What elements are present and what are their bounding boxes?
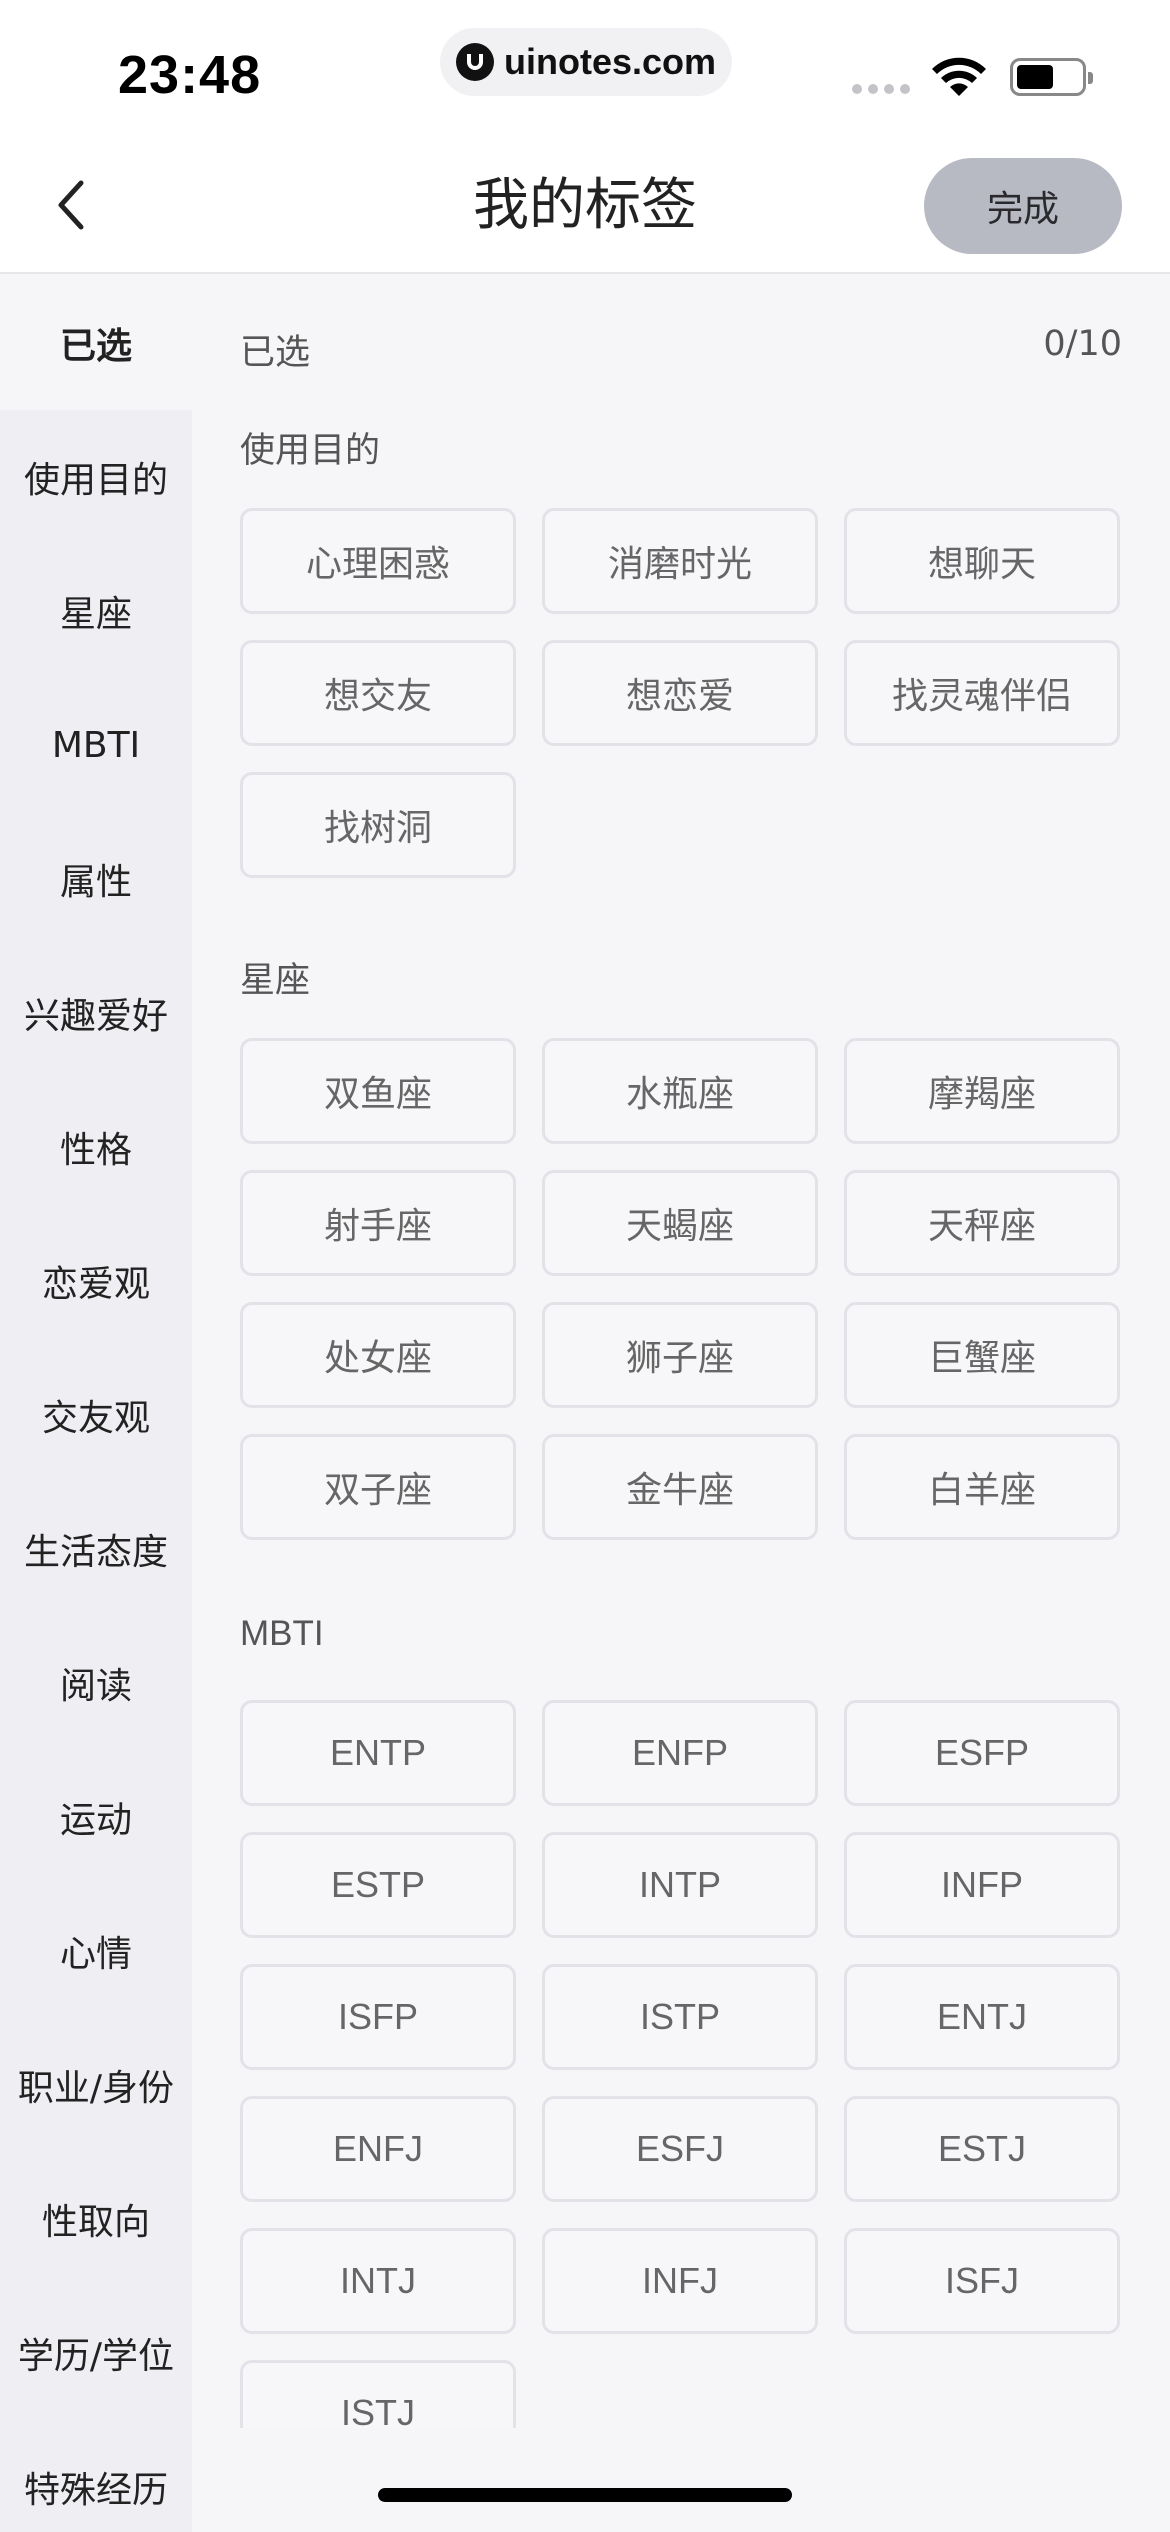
signal-icon xyxy=(852,84,910,94)
battery-icon xyxy=(1010,58,1093,96)
tag-chip[interactable]: 找灵魂伴侣 xyxy=(844,640,1120,746)
tag-list[interactable]: 已选 0/10 使用目的 心理困惑 消磨时光 想聊天 想交友 想恋爱 找灵魂伴侣… xyxy=(192,276,1170,2428)
wifi-icon xyxy=(932,57,986,96)
sidebar-item-hobbies[interactable]: 兴趣爱好 xyxy=(0,946,192,1080)
nav-bar: 我的标签 完成 xyxy=(0,140,1170,274)
selected-label: 已选 xyxy=(240,333,311,373)
tag-chip[interactable]: 巨蟹座 xyxy=(844,1302,1120,1408)
tag-chip[interactable]: ENFP xyxy=(542,1700,818,1806)
tag-chip[interactable]: ESFP xyxy=(844,1700,1120,1806)
sidebar-item-special-experience[interactable]: 特殊经历 xyxy=(0,2420,192,2532)
tag-chip[interactable]: INTJ xyxy=(240,2228,516,2334)
sidebar-item-orientation[interactable]: 性取向 xyxy=(0,2152,192,2286)
sidebar-item-mood[interactable]: 心情 xyxy=(0,1884,192,2018)
tag-chip[interactable]: ESTJ xyxy=(844,2096,1120,2202)
tag-chip[interactable]: ESFJ xyxy=(542,2096,818,2202)
tag-chip[interactable]: 想交友 xyxy=(240,640,516,746)
sidebar-item-personality[interactable]: 性格 xyxy=(0,1080,192,1214)
sidebar-item-life-attitude[interactable]: 生活态度 xyxy=(0,1482,192,1616)
tag-chip[interactable]: 天蝎座 xyxy=(542,1170,818,1276)
tag-chip[interactable]: ENFJ xyxy=(240,2096,516,2202)
status-time: 23:48 xyxy=(118,45,262,105)
sidebar-item-selected[interactable]: 已选 xyxy=(0,276,192,410)
tag-chip[interactable]: 找树洞 xyxy=(240,772,516,878)
site-logo-icon xyxy=(455,43,494,81)
tag-chip[interactable]: 白羊座 xyxy=(844,1434,1120,1540)
tag-chip[interactable]: 双子座 xyxy=(240,1434,516,1540)
url-text: uinotes.com xyxy=(503,41,717,82)
tag-chip[interactable]: ENTJ xyxy=(844,1964,1120,2070)
tag-chip[interactable]: ISFP xyxy=(240,1964,516,2070)
tag-chip[interactable]: 想恋爱 xyxy=(542,640,818,746)
tag-chip[interactable]: ISFJ xyxy=(844,2228,1120,2334)
sidebar: 已选 使用目的 星座 MBTI 属性 兴趣爱好 性格 恋爱观 交友观 生活态度 … xyxy=(0,276,192,2532)
sidebar-item-mbti[interactable]: MBTI xyxy=(0,678,192,812)
url-pill[interactable]: uinotes.com xyxy=(440,28,732,96)
sidebar-item-purpose[interactable]: 使用目的 xyxy=(0,410,192,544)
selected-counter: 0/10 xyxy=(1043,324,1122,364)
tag-chip[interactable]: ENTP xyxy=(240,1700,516,1806)
done-button[interactable]: 完成 xyxy=(924,158,1122,254)
tag-chip[interactable]: 狮子座 xyxy=(542,1302,818,1408)
tag-chip[interactable]: 消磨时光 xyxy=(542,508,818,614)
status-bar: 23:48 uinotes.com xyxy=(0,0,1170,140)
tag-chip[interactable]: 心理困惑 xyxy=(240,508,516,614)
sidebar-item-education[interactable]: 学历/学位 xyxy=(0,2286,192,2420)
section-title-mbti: MBTI xyxy=(240,1614,324,1653)
tag-chip[interactable]: 双鱼座 xyxy=(240,1038,516,1144)
sidebar-item-attribute[interactable]: 属性 xyxy=(0,812,192,946)
tag-chip[interactable]: ISTP xyxy=(542,1964,818,2070)
home-indicator[interactable] xyxy=(378,2488,792,2502)
tag-chip[interactable]: 摩羯座 xyxy=(844,1038,1120,1144)
tag-chip[interactable]: 天秤座 xyxy=(844,1170,1120,1276)
tag-chip[interactable]: INFP xyxy=(844,1832,1120,1938)
tag-chip[interactable]: INFJ xyxy=(542,2228,818,2334)
sidebar-item-love-view[interactable]: 恋爱观 xyxy=(0,1214,192,1348)
tag-chip[interactable]: ISTJ xyxy=(240,2360,516,2428)
tag-chip[interactable]: 水瓶座 xyxy=(542,1038,818,1144)
sidebar-item-sports[interactable]: 运动 xyxy=(0,1750,192,1884)
sidebar-item-friendship-view[interactable]: 交友观 xyxy=(0,1348,192,1482)
tag-chip[interactable]: 处女座 xyxy=(240,1302,516,1408)
sidebar-item-occupation[interactable]: 职业/身份 xyxy=(0,2018,192,2152)
tag-chip[interactable]: ESTP xyxy=(240,1832,516,1938)
tag-chip[interactable]: 想聊天 xyxy=(844,508,1120,614)
section-title-purpose: 使用目的 xyxy=(240,431,381,471)
sidebar-item-zodiac[interactable]: 星座 xyxy=(0,544,192,678)
section-title-zodiac: 星座 xyxy=(240,961,311,1001)
tag-chip[interactable]: INTP xyxy=(542,1832,818,1938)
sidebar-item-reading[interactable]: 阅读 xyxy=(0,1616,192,1750)
tag-chip[interactable]: 射手座 xyxy=(240,1170,516,1276)
tag-chip[interactable]: 金牛座 xyxy=(542,1434,818,1540)
